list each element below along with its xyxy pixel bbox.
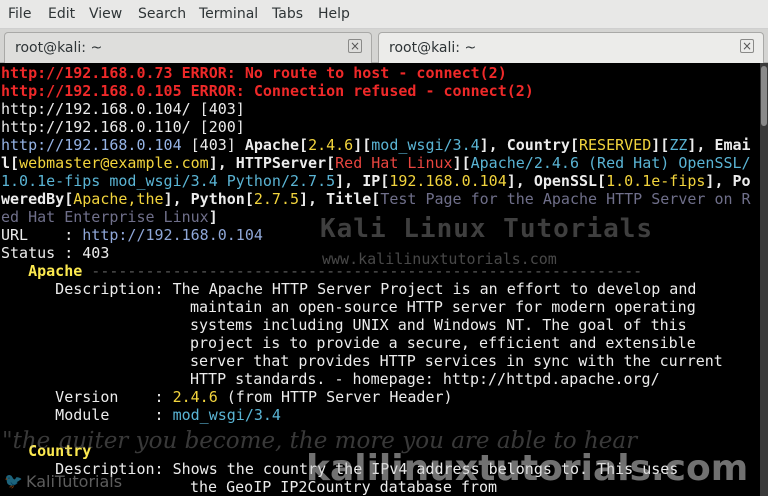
plugin-value: 192.168.0.104	[389, 172, 507, 190]
plugin-name: weredBy[	[1, 190, 74, 208]
status-line: Status : 403	[1, 244, 110, 262]
field-label: Version :	[1, 388, 173, 406]
description-text: server that provides HTTP services in sy…	[190, 352, 723, 370]
menu-edit[interactable]: Edit	[48, 6, 75, 23]
plugin-value: ed Hat Enterprise Linux	[1, 208, 209, 226]
section-title: Apache	[28, 262, 83, 280]
plugin-name: ], OpenSSL[	[506, 172, 607, 190]
description-row: Description: The Apache HTTP Server Proj…	[1, 280, 696, 298]
plugin-name: l[	[1, 154, 20, 172]
description-text: HTTP standards. - homepage: http://httpd…	[190, 370, 660, 388]
menu-terminal[interactable]: Terminal	[199, 6, 258, 23]
plugin-value: 2.4.6	[308, 136, 354, 154]
plugin-value: 2.7.5	[253, 190, 300, 208]
whatweb-result-line: http://192.168.0.104 [403] Apache[2.4.6]…	[1, 136, 751, 154]
tab-terminal-1[interactable]: root@kali: ~ ×	[4, 32, 372, 63]
plugin-value: Red Hat Linux	[335, 154, 453, 172]
plugin-value: Apache/2.4.6 (Red Hat) OpenSSL/	[470, 154, 751, 172]
field-label: Description:	[1, 460, 173, 478]
field-note: (from HTTP Server Header)	[217, 388, 453, 406]
result-url: http://192.168.0.104	[1, 136, 182, 154]
separator: ][	[353, 136, 372, 154]
plugin-name: Apache[	[244, 136, 309, 154]
plugin-name: ], IP[	[335, 172, 390, 190]
field-value: 2.4.6	[172, 388, 218, 406]
divider: ----------------------------------------…	[82, 262, 643, 280]
separator: ]	[208, 208, 218, 226]
output-line: http://192.168.0.110/ [200]	[1, 118, 245, 136]
plugin-name: ], Python[	[163, 190, 254, 208]
plugin-value: Test Page for the Apache HTTP Server on …	[380, 190, 751, 208]
tab-title: root@kali: ~	[15, 40, 103, 56]
field-value: Shows the country the IPv4 address belon…	[172, 460, 679, 478]
description-text: systems including UNIX and Windows NT. T…	[190, 316, 687, 334]
plugin-value: RESERVED	[579, 136, 652, 154]
scrollbar-thumb[interactable]	[761, 66, 767, 126]
plugin-name: Country[	[506, 136, 579, 154]
version-row: Version : 2.4.6 (from HTTP Server Header…	[1, 388, 453, 406]
menu-bar: File Edit View Search Terminal Tabs Help	[0, 0, 768, 29]
error-line: http://192.168.0.105 ERROR: Connection r…	[1, 82, 534, 100]
plugin-value: Apache,the	[73, 190, 164, 208]
section-title: Country	[28, 442, 92, 460]
tab-terminal-2[interactable]: root@kali: ~ ×	[378, 32, 764, 63]
close-icon[interactable]: ×	[740, 39, 754, 53]
plugin-value: 1.0.1e-fips mod_wsgi/3.4 Python/2.7.5	[1, 172, 336, 190]
menu-search[interactable]: Search	[138, 6, 186, 23]
url-value: http://192.168.0.104	[82, 226, 263, 244]
field-value: mod_wsgi/3.4	[172, 406, 281, 424]
whatweb-result-line: ed Hat Enterprise Linux]	[1, 208, 218, 226]
whatweb-result-line: l[webmaster@example.com], HTTPServer[Red…	[1, 154, 751, 172]
field-value: The Apache HTTP Server Project is an eff…	[172, 280, 697, 298]
field-label: Module :	[1, 406, 173, 424]
tab-title: root@kali: ~	[389, 40, 477, 56]
module-row: Module : mod_wsgi/3.4	[1, 406, 281, 424]
whatweb-result-line: 1.0.1e-fips mod_wsgi/3.4 Python/2.7.5], …	[1, 172, 751, 190]
plugin-heading-apache: Apache ---------------------------------…	[1, 262, 642, 280]
plugin-value: ZZ	[669, 136, 688, 154]
plugin-name: ], Title[	[299, 190, 381, 208]
url-label: URL :	[1, 226, 83, 244]
result-status: [403]	[181, 136, 245, 154]
plugin-value: mod_wsgi/3.4	[371, 136, 480, 154]
scrollbar[interactable]	[760, 63, 768, 496]
menu-help[interactable]: Help	[318, 6, 350, 23]
separator: ][	[452, 154, 471, 172]
separator: ], Emai	[687, 136, 751, 154]
description-row: Description: Shows the country the IPv4 …	[1, 460, 678, 478]
terminal-output[interactable]: http://192.168.0.73 ERROR: No route to h…	[0, 63, 760, 496]
separator: ][	[651, 136, 670, 154]
output-line: http://192.168.0.104/ [403]	[1, 100, 245, 118]
description-text: maintain an open-source HTTP server for …	[190, 298, 696, 316]
menu-file[interactable]: File	[8, 6, 31, 23]
separator: ],	[479, 136, 507, 154]
description-text: project is to provide a secure, efficien…	[190, 334, 696, 352]
error-line: http://192.168.0.73 ERROR: No route to h…	[1, 64, 507, 82]
whatweb-result-line: weredBy[Apache,the], Python[2.7.5], Titl…	[1, 190, 751, 208]
plugin-value: webmaster@example.com	[19, 154, 209, 172]
plugin-heading-country: Country	[1, 442, 91, 460]
close-icon[interactable]: ×	[348, 39, 362, 53]
plugin-name: ], Po	[705, 172, 751, 190]
field-label: Description:	[1, 280, 173, 298]
description-text: the GeoIP IP2Country database from	[190, 478, 498, 496]
url-line: URL : http://192.168.0.104	[1, 226, 263, 244]
menu-tabs[interactable]: Tabs	[272, 6, 303, 23]
menu-view[interactable]: View	[89, 6, 122, 23]
tab-bar: root@kali: ~ × root@kali: ~ ×	[0, 29, 768, 63]
plugin-name: ], HTTPServer[	[208, 154, 336, 172]
plugin-value: 1.0.1e-fips	[606, 172, 706, 190]
